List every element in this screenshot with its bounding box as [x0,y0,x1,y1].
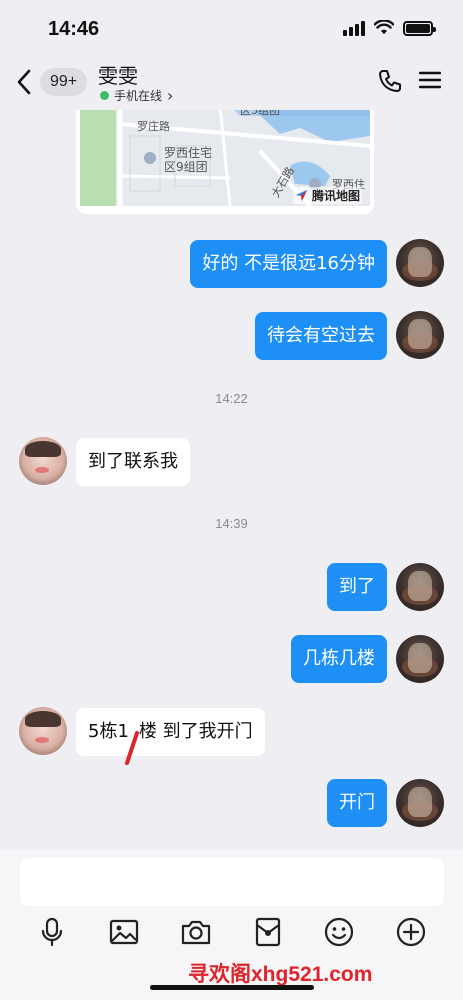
home-indicator[interactable] [150,985,314,990]
message-text: 待会有空过去 [267,325,375,346]
my-avatar[interactable] [396,779,444,827]
image-icon[interactable] [108,916,140,948]
contact-name[interactable]: 雯雯 [98,60,138,89]
input-toolbar [0,916,463,956]
outgoing-message[interactable]: 到了 [327,563,387,611]
signal-icon [343,20,365,36]
outgoing-message[interactable]: 待会有空过去 [255,312,387,360]
message-timestamp: 14:39 [215,516,248,531]
menu-icon[interactable] [419,70,441,90]
outgoing-message[interactable]: 好的 不是很远16分钟 [190,240,387,288]
message-text: 好的 不是很远16分钟 [202,253,375,274]
chevron-right-icon: › [167,85,174,105]
red-packet-icon[interactable] [252,916,284,948]
message-text: 到了 [339,576,375,597]
message-text: 到了联系我 [88,451,178,472]
unread-count-badge[interactable]: 99+ [40,68,88,96]
message-input[interactable] [20,858,444,906]
outgoing-message[interactable]: 几栋几楼 [291,635,387,683]
mic-icon[interactable] [36,916,68,948]
camera-icon[interactable] [180,916,212,948]
my-avatar[interactable] [396,311,444,359]
back-icon[interactable] [14,68,34,96]
wifi-icon [374,20,394,34]
red-scribble-icon [124,731,139,765]
map-brand-label: 腾讯地图 [311,189,360,203]
message-timestamp: 14:22 [215,391,248,406]
message-text: 开门 [339,792,375,813]
status-time: 14:46 [48,18,100,40]
battery-icon [403,20,436,36]
chat-header: 99+ 雯雯 手机在线 › [0,52,463,110]
online-status-dot [100,91,109,100]
map-label: 区9组团 [164,160,208,174]
message-list[interactable]: 区5组团 罗庄路 罗西住宅 区9组团 罗西住 大石路 腾讯地图 好的 不是很远1… [0,110,463,850]
incoming-message[interactable]: 5栋1 楼 到了我开门 [76,708,265,765]
contact-avatar[interactable] [19,707,67,755]
status-bar: 14:46 [0,0,463,58]
message-text: 几栋几楼 [303,648,375,669]
contact-avatar[interactable] [19,437,67,485]
my-avatar[interactable] [396,239,444,287]
incoming-message[interactable]: 到了联系我 [76,438,190,486]
phone-icon[interactable] [377,68,403,94]
map-label: 区5组团 [240,110,280,117]
map-compass-icon [295,190,307,201]
location-map-card[interactable]: 区5组团 罗庄路 罗西住宅 区9组团 罗西住 大石路 腾讯地图 [76,110,374,214]
map-brand: 腾讯地图 [292,187,362,204]
contact-status[interactable]: 手机在线 › [100,87,173,104]
status-icons [343,20,436,36]
plus-icon[interactable] [395,916,427,948]
my-avatar[interactable] [396,635,444,683]
contact-status-text: 手机在线 [114,89,163,103]
watermark: 寻欢阁xhg521.com [188,963,373,986]
message-text-part: 楼 到了我开门 [138,721,253,742]
outgoing-message[interactable]: 开门 [327,779,387,827]
my-avatar[interactable] [396,563,444,611]
map-label: 罗庄路 [137,120,170,133]
emoji-icon[interactable] [323,916,355,948]
